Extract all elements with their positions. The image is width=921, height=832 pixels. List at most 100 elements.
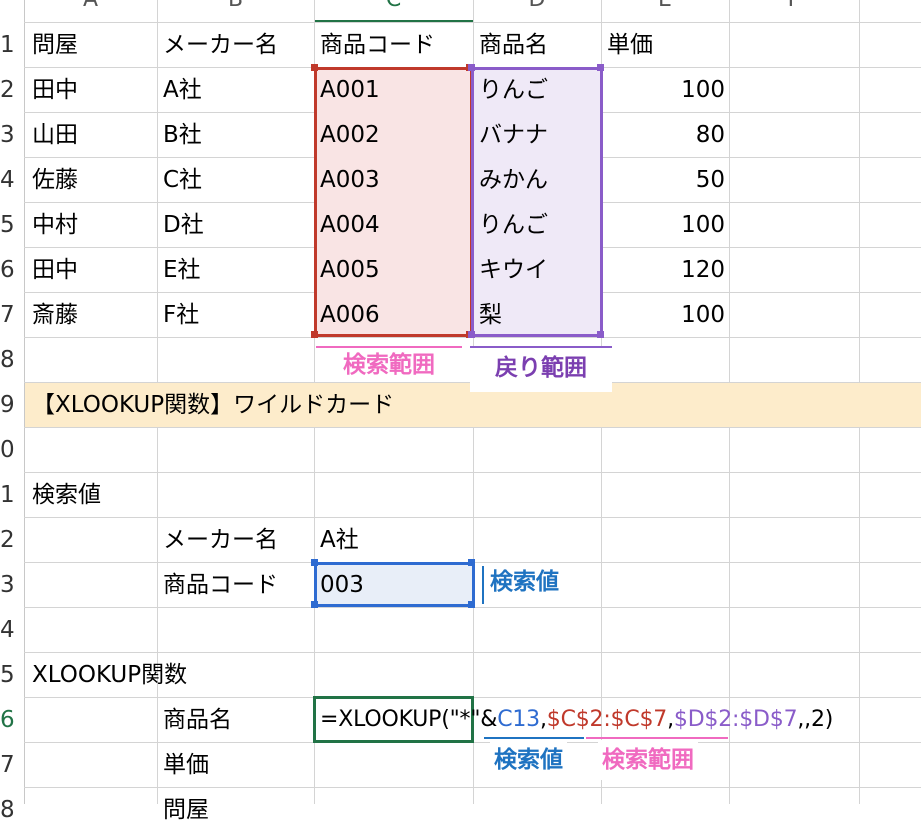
cell-product-code[interactable]: A004 [320, 203, 380, 247]
row-number[interactable]: 5 [0, 203, 24, 247]
header-unit-price[interactable]: 単価 [607, 23, 653, 67]
cell-unit-price[interactable]: 80 [601, 113, 725, 157]
formula-function: =XLOOKUP( [320, 707, 450, 732]
cell-maker[interactable]: E社 [163, 248, 201, 292]
cell-wholesaler[interactable]: 田中 [32, 248, 78, 292]
bottom-search-value-underline [484, 737, 584, 739]
cell-wholesaler[interactable]: 田中 [32, 68, 78, 112]
price-label[interactable]: 単価 [163, 743, 209, 787]
bottom-search-range-underline [586, 737, 728, 739]
range-handle[interactable] [311, 601, 318, 608]
maker-label[interactable]: メーカー名 [163, 518, 278, 562]
formula-separator: , [539, 707, 547, 732]
cell-wholesaler[interactable]: 斎藤 [32, 293, 78, 337]
formula-cell[interactable]: =XLOOKUP("*"&C13,$C$2:$C$7,$D$2:$D$7,,2) [320, 698, 833, 742]
search-value-cell[interactable]: 003 [320, 563, 364, 607]
row-number[interactable]: 8 [0, 788, 24, 832]
search-value-marker [482, 566, 484, 604]
cell-product-name[interactable]: キウイ [479, 248, 548, 292]
row-number[interactable]: 4 [0, 608, 24, 652]
cell-product-code[interactable]: A003 [320, 158, 380, 202]
gridline [24, 787, 921, 788]
cell-product-code[interactable]: A006 [320, 293, 380, 337]
row-number[interactable]: 1 [0, 23, 24, 67]
cell-maker[interactable]: C社 [163, 158, 202, 202]
cell-unit-price[interactable]: 50 [601, 158, 725, 202]
bottom-search-value-label: 検索値 [490, 740, 567, 780]
cell-wholesaler[interactable]: 佐藤 [32, 158, 78, 202]
gridline [24, 472, 921, 473]
cell-product-code[interactable]: A005 [320, 248, 380, 292]
formula-ref-return-range: $D$2:$D$7 [673, 707, 798, 732]
code-label[interactable]: 商品コード [163, 563, 278, 607]
cell-maker[interactable]: F社 [163, 293, 199, 337]
cell-product-name[interactable]: りんご [479, 203, 548, 247]
column-header-d[interactable]: D [473, 0, 601, 14]
row-number[interactable]: 5 [0, 653, 24, 697]
row-number[interactable]: 8 [0, 338, 24, 382]
cell-unit-price[interactable]: 120 [601, 248, 725, 292]
spreadsheet-grid: A B C D E F 1 2 3 [0, 0, 921, 823]
column-header-b[interactable]: B [157, 0, 314, 14]
search-range-label: 検索範囲 [316, 348, 462, 382]
range-handle[interactable] [468, 601, 475, 608]
range-handle[interactable] [311, 64, 318, 71]
range-handle[interactable] [468, 331, 475, 338]
cell-unit-price[interactable]: 100 [601, 68, 725, 112]
bottom-search-range-label: 検索範囲 [598, 740, 698, 780]
wholesaler-label[interactable]: 問屋 [163, 788, 209, 832]
header-maker[interactable]: メーカー名 [163, 23, 278, 67]
column-header-c[interactable]: C [314, 0, 473, 14]
cell-product-name[interactable]: りんご [479, 68, 548, 112]
formula-ref-search-value: C13 [497, 707, 540, 732]
row-number[interactable]: 3 [0, 113, 24, 157]
range-handle[interactable] [311, 559, 318, 566]
cell-product-name[interactable]: バナナ [479, 113, 548, 157]
cell-product-code[interactable]: A001 [320, 68, 380, 112]
cell-unit-price[interactable]: 100 [601, 293, 725, 337]
search-value-tag: 検索値 [490, 569, 559, 595]
gridline [24, 427, 921, 428]
row-number[interactable]: 6 [0, 248, 24, 292]
maker-value[interactable]: A社 [320, 518, 359, 562]
column-header-a[interactable]: A [24, 0, 157, 14]
row-number[interactable]: 7 [0, 743, 24, 787]
row-number[interactable]: 2 [0, 68, 24, 112]
range-handle[interactable] [468, 64, 475, 71]
banner-title[interactable]: 【XLOOKUP関数】ワイルドカード [32, 383, 394, 427]
cell-product-code[interactable]: A002 [320, 113, 380, 157]
formula-separator: , [667, 707, 674, 732]
row-number[interactable]: 7 [0, 293, 24, 337]
column-header-f[interactable]: F [729, 0, 859, 14]
range-handle[interactable] [311, 331, 318, 338]
formula-ref-search-range: $C$2:$C$7 [546, 707, 668, 732]
formula-tail: ,,2) [797, 707, 834, 732]
cell-wholesaler[interactable]: 山田 [32, 113, 78, 157]
cell-maker[interactable]: B社 [163, 113, 202, 157]
search-value-heading[interactable]: 検索値 [32, 473, 101, 517]
row-number[interactable]: 6 [0, 698, 24, 742]
cell-wholesaler[interactable]: 中村 [32, 203, 78, 247]
row-number[interactable]: 4 [0, 158, 24, 202]
row-number[interactable]: 1 [0, 473, 24, 517]
row-number[interactable]: 9 [0, 383, 24, 427]
header-product-name[interactable]: 商品名 [479, 23, 548, 67]
result-label[interactable]: 商品名 [163, 698, 232, 742]
xlookup-heading[interactable]: XLOOKUP関数 [32, 653, 187, 697]
cell-product-name[interactable]: みかん [479, 158, 548, 202]
header-product-code[interactable]: 商品コード [320, 23, 435, 67]
row-number[interactable]: 2 [0, 518, 24, 562]
cell-unit-price[interactable]: 100 [601, 203, 725, 247]
gridline [24, 517, 921, 518]
cell-maker[interactable]: A社 [163, 68, 202, 112]
return-range-label: 戻り範囲 [470, 348, 612, 392]
formula-wildcard: "*"& [449, 707, 498, 732]
column-header-e[interactable]: E [601, 0, 729, 14]
row-number[interactable]: 0 [0, 428, 24, 472]
row-number[interactable]: 3 [0, 563, 24, 607]
cell-product-name[interactable]: 梨 [479, 293, 502, 337]
range-handle[interactable] [468, 559, 475, 566]
header-wholesaler[interactable]: 問屋 [32, 23, 78, 67]
gridline [24, 22, 921, 23]
cell-maker[interactable]: D社 [163, 203, 204, 247]
